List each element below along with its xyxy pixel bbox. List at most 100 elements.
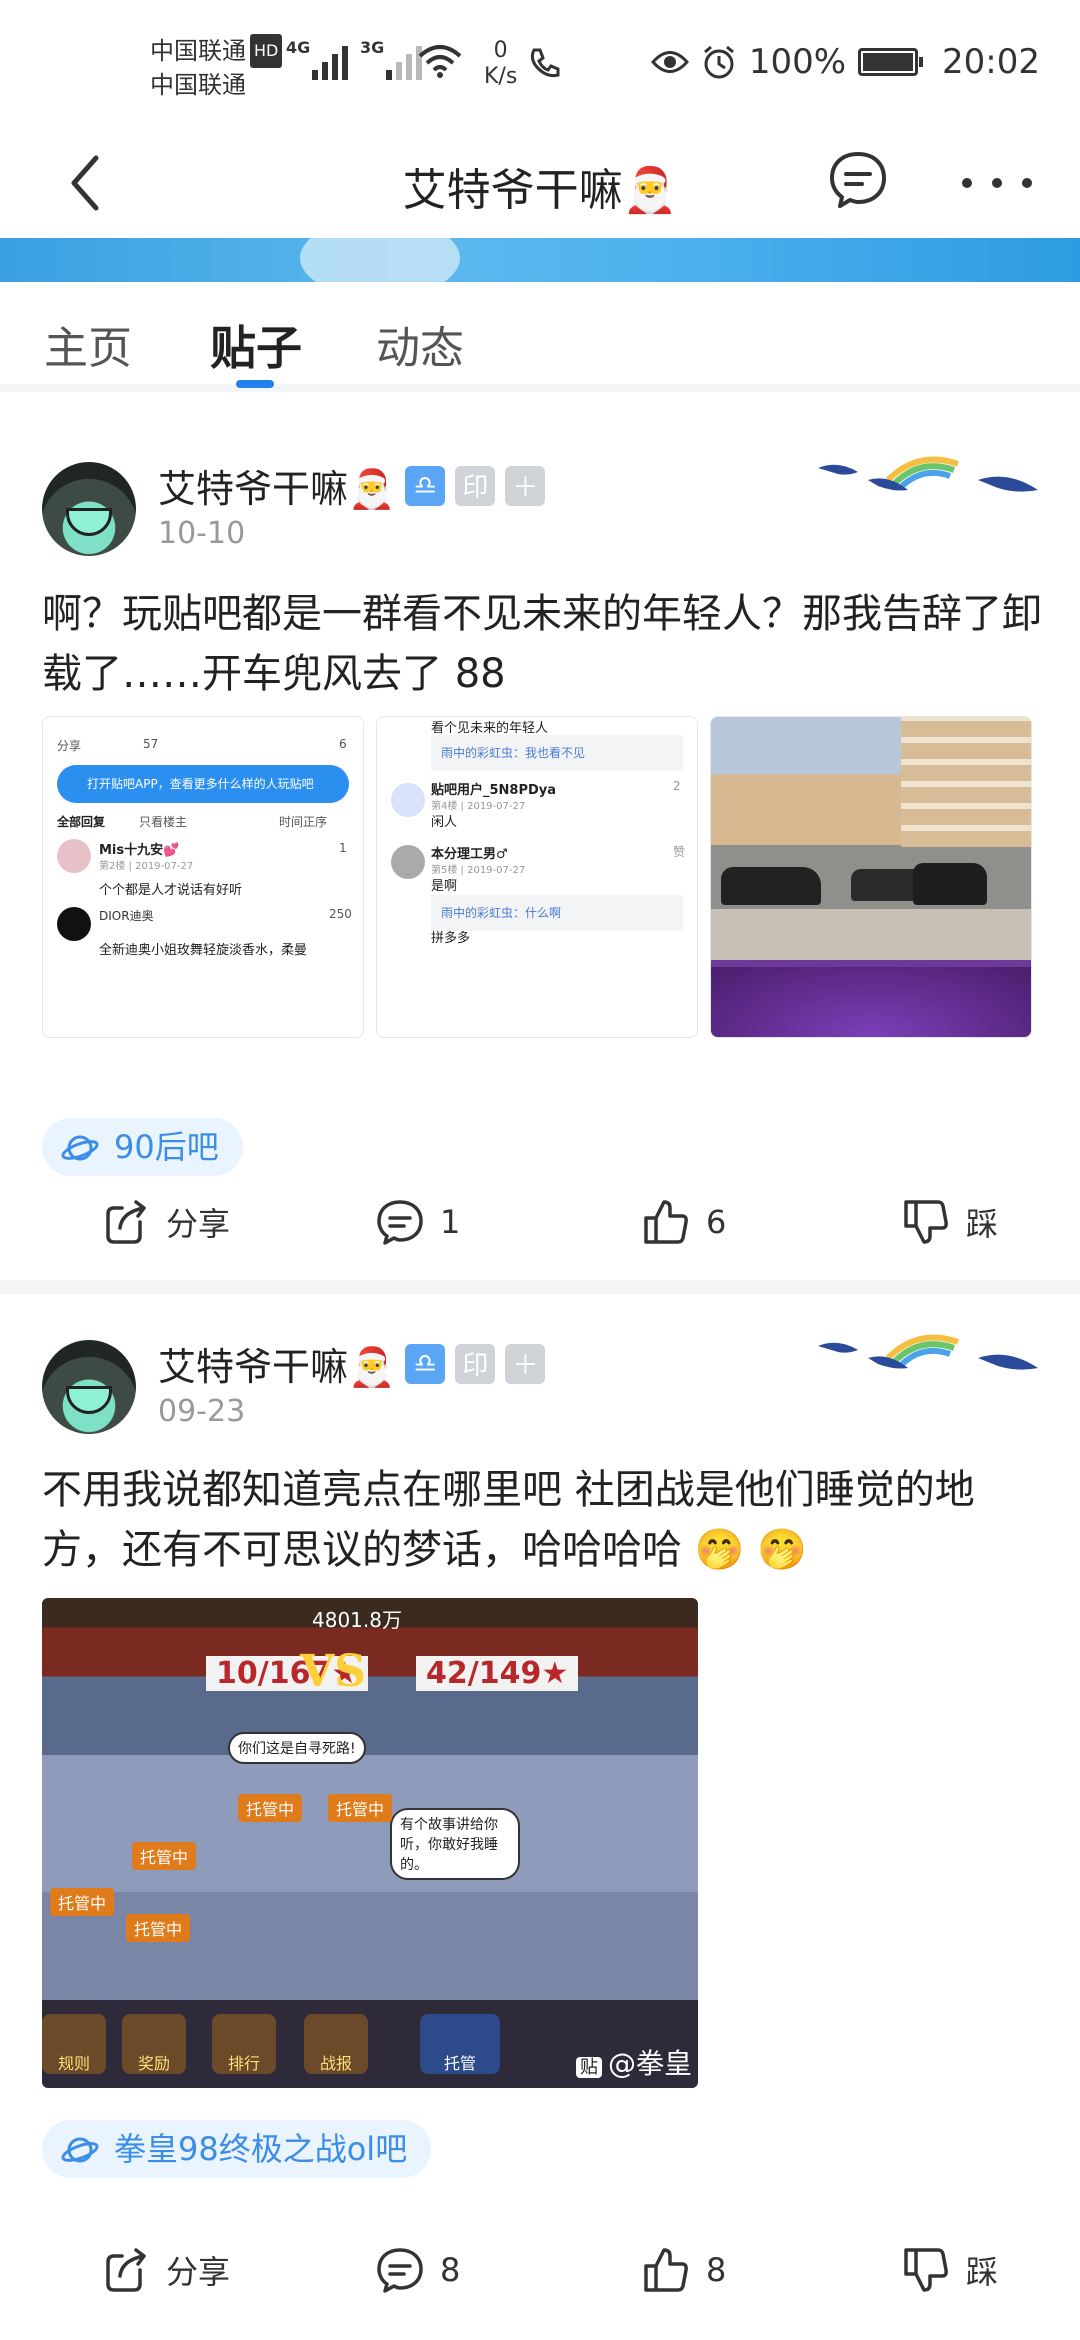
tab-posts[interactable]: 贴子 [210, 312, 302, 378]
libra-badge-icon: ♎ [405, 1343, 446, 1384]
thumb2-user-1-likes: 2 [673, 779, 681, 793]
net-speed: 0 K/s [484, 38, 517, 90]
watermark-text: @拳皇 [607, 2047, 692, 2080]
game-btn-rules: 规则 [42, 2014, 106, 2074]
thumb2-user-2-likes: 赞 [673, 845, 686, 859]
add-badge-icon[interactable]: ＋ [505, 1343, 546, 1384]
game-gold: 4801.8万 [312, 1608, 402, 1632]
like-button[interactable]: 6 [640, 1196, 726, 1248]
post-image-game-screenshot[interactable]: 4801.8万 10/167★ VS 42/149★ 你们这是自寻死路! 有个故… [42, 1598, 698, 2088]
post-author[interactable]: 艾特爷干嘛🎅 ♎ 印 ＋ [158, 1336, 546, 1391]
thumb-avatar [391, 783, 425, 817]
signal-4g-icon: 4G [286, 38, 348, 80]
post-card[interactable]: 艾特爷干嘛🎅 ♎ 印 ＋ 09-23 不用我说都知道亮点在哪里吧 社团战是他们睡… [0, 1294, 1080, 2340]
post-image-1[interactable]: 分享 57 6 打开贴吧APP，查看更多什么样的人玩贴吧 全部回复 只看楼主 时… [42, 716, 364, 1038]
thumb2-user-1: 贴吧用户_5N8PDya [431, 783, 557, 798]
net-type-2: 3G [360, 38, 385, 57]
author-name: 艾特爷干嘛🎅 [158, 467, 396, 511]
dislike-button[interactable]: 踩 [900, 2244, 998, 2296]
tab-home[interactable]: 主页 [44, 312, 132, 376]
net-speed-unit: K/s [484, 64, 518, 89]
like-count: 8 [706, 2251, 727, 2289]
rainbow-swallow-decoration-icon [818, 1334, 1038, 1370]
thumb2-quote-1: 雨中的彩虹虫：我也看不见 [431, 735, 683, 771]
battery-icon [858, 48, 924, 76]
thumb-comment-count: 57 [143, 737, 159, 751]
thumb-order: 时间正序 [279, 815, 328, 829]
post-date: 09-23 [158, 1394, 246, 1429]
avatar[interactable] [42, 1340, 136, 1434]
thumb-user-2-text: 全新迪奥小姐玫舞轻旋淡香水，柔曼 [99, 943, 308, 958]
forum-tag[interactable]: 90后吧 [42, 1118, 243, 1176]
game-tag: 托管中 [126, 1914, 191, 1942]
thumb-only-op: 只看楼主 [139, 815, 188, 829]
thumb2-user-1-meta: 第4楼 | 2019-07-27 [431, 801, 526, 812]
forum-planet-icon [61, 1135, 99, 1161]
dislike-label: 踩 [966, 2253, 999, 2291]
comment-button[interactable]: 1 [374, 1196, 460, 1248]
post-card[interactable]: 艾特爷干嘛🎅 ♎ 印 ＋ 10-10 啊？玩贴吧都是一群看不见未来的年轻人？那我… [0, 400, 1080, 1280]
message-icon[interactable] [826, 148, 890, 212]
battery-percent: 100% [748, 42, 847, 82]
thumb-user-2: DIOR迪奥 [99, 909, 154, 923]
signal-3g-icon: 3G [360, 38, 422, 80]
post-separator [0, 1280, 1080, 1294]
thumb-user-1-text: 个个都是人才说话有好听 [99, 883, 243, 898]
thumb-share-label: 分享 [57, 739, 82, 753]
status-right: 100% 20:02 [650, 42, 1040, 82]
post-image-3[interactable] [710, 716, 1032, 1038]
thumb2-user-2-text: 是啊 [431, 879, 458, 894]
net-speed-value: 0 [493, 38, 508, 63]
thumbs-down-icon [904, 1200, 948, 1244]
forum-name: 拳皇98终极之战ol吧 [114, 2130, 408, 2168]
thumb-like-count: 6 [339, 737, 347, 751]
forum-name: 90后吧 [114, 1128, 219, 1166]
thumb-all-replies: 全部回复 [57, 815, 106, 829]
game-bubble-2: 有个故事讲给你听，你敢好我睡的。 [390, 1808, 520, 1880]
post-author[interactable]: 艾特爷干嘛🎅 ♎ 印 ＋ [158, 458, 546, 513]
comment-count: 8 [440, 2251, 461, 2289]
like-count: 6 [706, 1203, 727, 1241]
share-label: 分享 [166, 2253, 231, 2291]
dislike-button[interactable]: 踩 [900, 1196, 998, 1248]
share-button[interactable]: 分享 [100, 1196, 230, 1248]
eye-icon [650, 51, 689, 73]
game-right-score: 42/149★ [416, 1656, 579, 1691]
comment-icon [377, 1200, 423, 1245]
thumb-avatar [391, 845, 425, 879]
share-button[interactable]: 分享 [100, 2244, 230, 2296]
share-icon [106, 1200, 146, 1244]
wifi-icon [418, 45, 462, 78]
carrier-2: 中国联通 [150, 71, 246, 99]
tab-bar: 主页 贴子 动态 [0, 282, 1080, 392]
dislike-label: 踩 [966, 1205, 999, 1243]
status-bar: 中国联通 HD 中国联通 4G 3G 0 K/s 100% 20:02 [0, 0, 1080, 128]
avatar[interactable] [42, 462, 136, 556]
watermark-badge: 贴 [575, 2057, 602, 2078]
thumb-user-2-likes: 250 [329, 907, 352, 921]
post-text[interactable]: 不用我说都知道亮点在哪里吧 社团战是他们睡觉的地方，还有不可思议的梦话，哈哈哈哈… [42, 1460, 1042, 1580]
like-button[interactable]: 8 [640, 2244, 726, 2296]
alarm-icon [703, 45, 734, 79]
net-type-1: 4G [286, 38, 311, 57]
hd-badge: HD [250, 34, 283, 68]
post-text[interactable]: 啊？玩贴吧都是一群看不见未来的年轻人？那我告辞了卸载了……开车兜风去了 88 [42, 584, 1042, 704]
add-badge-icon[interactable]: ＋ [505, 465, 546, 506]
tab-activity[interactable]: 动态 [376, 312, 464, 376]
carrier-1: 中国联通 [150, 37, 246, 65]
thumb2-user-2-meta: 第5楼 | 2019-07-27 [431, 865, 526, 876]
game-btn-reward: 奖励 [122, 2014, 186, 2074]
thumb-open-app-banner: 打开贴吧APP，查看更多什么样的人玩贴吧 [57, 765, 349, 803]
comment-button[interactable]: 8 [374, 2244, 460, 2296]
game-tag: 托管中 [238, 1794, 303, 1822]
share-label: 分享 [166, 1205, 231, 1243]
watermark: 贴 @拳皇 [575, 2042, 692, 2082]
libra-badge-icon: ♎ [405, 465, 446, 506]
thumbs-up-icon [644, 1200, 688, 1244]
forum-tag[interactable]: 拳皇98终极之战ol吧 [42, 2120, 432, 2178]
game-btn-rank: 排行 [212, 2014, 276, 2074]
thumb2-user-2: 本分理工男♂ [431, 847, 508, 862]
post-image-2[interactable]: 看个见未来的年轻人 雨中的彩虹虫：我也看不见 贴吧用户_5N8PDya 第4楼 … [376, 716, 698, 1038]
more-options-icon[interactable] [962, 158, 1032, 208]
call-icon [530, 48, 560, 78]
